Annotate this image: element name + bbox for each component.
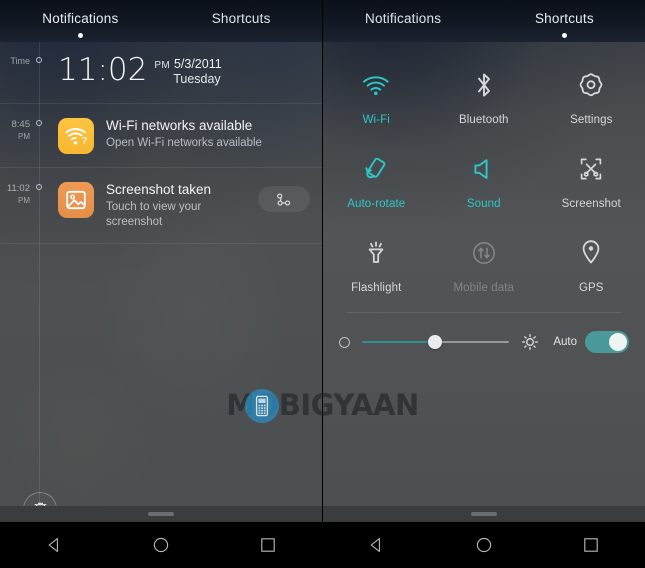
shortcut-label: GPS <box>578 282 604 294</box>
shortcut-label: Auto-rotate <box>347 198 406 210</box>
tab-shortcuts[interactable]: Shortcuts <box>164 12 318 38</box>
left-navigation-bar <box>0 522 322 568</box>
clock-meta: PM 5/3/2011 Tuesday <box>147 54 221 86</box>
triangle-back-icon <box>366 535 386 555</box>
tab-active-dot <box>561 33 567 38</box>
shortcut-wifi[interactable]: Wi-Fi <box>323 58 431 130</box>
clock-time-label: Time <box>10 56 30 66</box>
drag-handle[interactable] <box>322 506 645 522</box>
brightness-low-icon <box>338 336 350 348</box>
shortcut-label: Settings <box>570 114 613 126</box>
shortcut-label: Bluetooth <box>459 114 509 126</box>
drag-handle[interactable] <box>0 506 322 522</box>
shortcuts-row: Flashlight Mobile data GPS <box>323 226 645 298</box>
notification-title: Wi-Fi networks available <box>106 118 253 133</box>
tab-shortcuts-label: Shortcuts <box>534 11 594 26</box>
notification-timestamp: 11:02 PM <box>6 183 30 205</box>
square-recents-icon <box>258 535 278 555</box>
notification-item[interactable]: 8:45 PM ? Wi-Fi networks available Open … <box>0 104 322 167</box>
nav-home-button[interactable] <box>133 522 189 568</box>
shortcut-auto-rotate[interactable]: Auto-rotate <box>323 142 431 214</box>
nav-home-button[interactable] <box>456 522 512 568</box>
shortcut-flashlight[interactable]: Flashlight <box>323 226 431 298</box>
notification-subtitle: Open Wi-Fi networks available <box>106 137 262 149</box>
gear-icon <box>577 68 605 102</box>
triangle-back-icon <box>44 535 64 555</box>
sound-icon <box>471 152 497 186</box>
list-divider <box>0 243 322 244</box>
timeline-bullet <box>30 54 48 63</box>
circle-home-icon <box>151 535 171 555</box>
mobile-data-icon <box>470 236 498 270</box>
shortcuts-row: Auto-rotate Sound Screenshot <box>323 142 645 214</box>
clock-ampm: PM <box>154 60 170 71</box>
auto-brightness-toggle[interactable] <box>585 331 629 353</box>
notification-item[interactable]: 11:02 PM Screenshot taken Touch to view … <box>0 168 322 243</box>
nav-back-button[interactable] <box>26 522 82 568</box>
tab-notifications-label: Notifications <box>42 11 119 26</box>
right-navigation-bar <box>322 522 645 568</box>
tab-notifications-label: Notifications <box>365 11 442 26</box>
shortcut-screenshot[interactable]: Screenshot <box>538 142 645 214</box>
slider-knob[interactable] <box>428 335 443 349</box>
timeline-bullet <box>30 117 48 126</box>
auto-rotate-icon <box>361 152 391 186</box>
circle-home-icon <box>474 535 494 555</box>
share-button[interactable] <box>257 186 310 212</box>
nav-recents-button[interactable] <box>563 522 619 568</box>
bluetooth-icon <box>472 68 496 102</box>
clock-row: Time 11:02 PM 5/3/2011 Tuesday <box>0 54 322 86</box>
auto-brightness-label: Auto <box>553 336 577 348</box>
brightness-high-icon <box>521 333 539 351</box>
wifi-icon <box>361 68 391 102</box>
share-icon <box>275 191 292 208</box>
notification-subtitle: Touch to view your screenshot <box>106 201 202 228</box>
notifications-body: Time 11:02 PM 5/3/2011 Tuesday 8:45 PM ?… <box>0 42 322 568</box>
tab-notifications[interactable]: Notifications <box>326 12 481 38</box>
shortcut-label: Screenshot <box>561 198 621 210</box>
left-tab-bar: Notifications Shortcuts <box>0 0 322 42</box>
nav-recents-button[interactable] <box>240 522 296 568</box>
flashlight-icon <box>362 236 390 270</box>
tab-notifications[interactable]: Notifications <box>3 12 157 38</box>
shortcut-gps[interactable]: GPS <box>538 226 645 298</box>
shortcut-settings[interactable]: Settings <box>538 58 645 130</box>
clock-block: 11:02 PM 5/3/2011 Tuesday <box>48 54 222 86</box>
image-icon <box>58 182 94 218</box>
shortcuts-row: Wi-Fi Bluetooth Settings <box>323 58 645 130</box>
tab-shortcuts-label: Shortcuts <box>211 11 271 26</box>
notification-timestamp: 8:45 PM <box>11 119 31 141</box>
shortcut-label: Sound <box>466 198 501 210</box>
timeline-bullet <box>30 181 48 190</box>
shortcut-bluetooth[interactable]: Bluetooth <box>430 58 538 130</box>
right-tab-bar: Notifications Shortcuts <box>322 0 645 42</box>
clock-time: 11:02 <box>58 52 148 88</box>
clock-date: 5/3/2011 <box>173 57 222 71</box>
tab-active-dot <box>77 33 83 38</box>
shortcut-mobile-data[interactable]: Mobile data <box>430 226 538 298</box>
notifications-panel-screen: Notifications Shortcuts Time 11:02 PM 5/… <box>0 0 322 568</box>
square-recents-icon <box>581 535 601 555</box>
brightness-row: Auto <box>323 313 645 353</box>
shortcuts-grid: Wi-Fi Bluetooth Settings Auto-rotate Sou… <box>323 42 645 353</box>
shortcut-label: Flashlight <box>351 282 402 294</box>
shortcuts-body: Wi-Fi Bluetooth Settings Auto-rotate Sou… <box>323 42 645 568</box>
dual-screenshot-comparison: Notifications Shortcuts Time 11:02 PM 5/… <box>0 0 645 568</box>
shortcut-sound[interactable]: Sound <box>430 142 538 214</box>
slider-fill <box>361 341 436 343</box>
location-pin-icon <box>579 236 603 270</box>
clock-weekday: Tuesday <box>173 72 221 86</box>
shortcut-label: Wi-Fi <box>362 114 390 126</box>
toggle-knob <box>609 333 627 351</box>
brightness-slider[interactable] <box>361 335 510 349</box>
notification-title: Screenshot taken <box>106 182 212 197</box>
svg-text:?: ? <box>82 135 88 146</box>
shortcut-label: Mobile data <box>453 282 515 294</box>
nav-back-button[interactable] <box>348 522 404 568</box>
screenshot-icon <box>577 152 605 186</box>
shortcuts-panel-screen: Notifications Shortcuts Wi-Fi Bluetooth … <box>322 0 645 568</box>
wifi-question-icon: ? <box>58 118 94 154</box>
tab-shortcuts[interactable]: Shortcuts <box>487 12 642 38</box>
